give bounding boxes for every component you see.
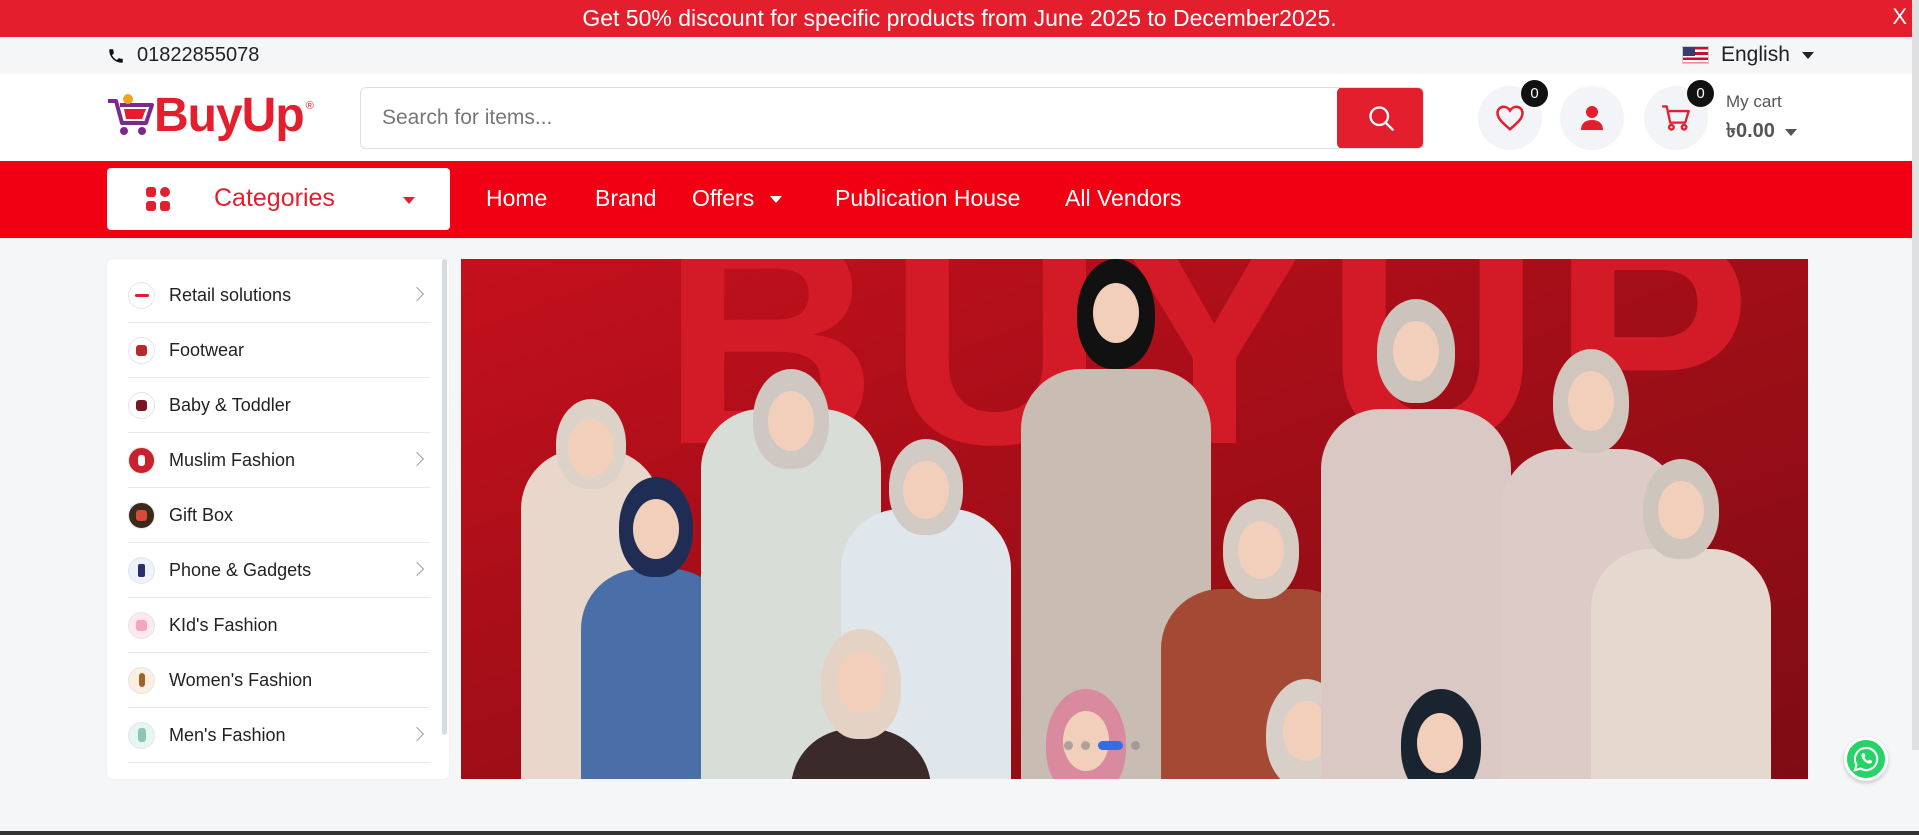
chevron-down-icon xyxy=(1801,51,1814,59)
nav-link-publication-house[interactable]: Publication House xyxy=(835,185,1020,212)
chevron-down-icon xyxy=(403,197,415,204)
categories-dropdown[interactable]: Categories xyxy=(107,168,450,230)
search-button[interactable] xyxy=(1337,88,1423,148)
top-info-bar: 01822855078 English xyxy=(0,37,1919,74)
hero-banner[interactable]: BUYUP xyxy=(461,259,1808,779)
chevron-right-icon xyxy=(409,561,425,577)
gift-box-icon xyxy=(128,501,155,529)
banner-model-figure xyxy=(791,629,931,779)
banner-model-figure xyxy=(1381,689,1501,779)
language-selector[interactable]: English xyxy=(1682,43,1814,67)
carousel-indicators xyxy=(1064,741,1140,750)
sidebar-item-label: Men's Fashion xyxy=(169,724,286,745)
registered-mark: ® xyxy=(305,100,314,112)
cart-button[interactable]: 0 xyxy=(1644,80,1714,150)
retail-solutions-icon xyxy=(128,281,155,309)
sidebar-item-label: Footwear xyxy=(169,339,245,360)
language-label: English xyxy=(1721,43,1790,66)
user-icon xyxy=(1581,106,1603,130)
sidebar-item-retail-solutions[interactable]: Retail solutions xyxy=(128,268,430,323)
sidebar-item-label: Retail solutions xyxy=(169,284,292,305)
wishlist-count-badge: 0 xyxy=(1521,80,1548,107)
category-sidebar: Retail solutions Footwear Baby & Toddler… xyxy=(107,259,449,779)
cart-count-badge: 0 xyxy=(1687,80,1714,107)
sidebar-item-footwear[interactable]: Footwear xyxy=(128,323,430,378)
nav-link-brand[interactable]: Brand xyxy=(595,185,656,212)
footwear-icon xyxy=(128,336,155,364)
search-bar xyxy=(360,87,1424,149)
sidebar-item-phone-gadgets[interactable]: Phone & Gadgets xyxy=(128,543,430,598)
mens-fashion-icon xyxy=(128,721,155,749)
cart-total: ৳0.00 xyxy=(1726,116,1797,149)
search-icon xyxy=(1368,106,1394,131)
cart-amount: ৳0.00 xyxy=(1726,120,1775,142)
sidebar-item-label: Muslim Fashion xyxy=(169,449,296,470)
sidebar-scrollbar[interactable] xyxy=(442,259,447,735)
cart-label: My cart xyxy=(1726,92,1782,111)
sidebar-item-womens-fashion[interactable]: Women's Fashion xyxy=(128,653,430,708)
chevron-right-icon xyxy=(409,451,425,467)
whatsapp-button[interactable] xyxy=(1844,737,1888,781)
sidebar-item-baby-toddler[interactable]: Baby & Toddler xyxy=(128,378,430,433)
grid-icon xyxy=(146,187,170,211)
cart-summary[interactable]: My cart ৳0.00 xyxy=(1726,92,1797,149)
kids-fashion-icon xyxy=(128,611,155,639)
cart-logo-icon xyxy=(108,93,154,135)
sidebar-item-mens-fashion[interactable]: Men's Fashion xyxy=(128,708,430,763)
sidebar-item-kids-fashion[interactable]: KId's Fashion xyxy=(128,598,430,653)
sidebar-item-muslim-fashion[interactable]: Muslim Fashion xyxy=(128,433,430,488)
carousel-dot[interactable] xyxy=(1131,741,1140,750)
carousel-dot[interactable] xyxy=(1064,741,1073,750)
nav-link-offers-label: Offers xyxy=(692,185,755,211)
carousel-dot-active[interactable] xyxy=(1098,741,1123,750)
phone-gadgets-icon xyxy=(128,556,155,584)
main-navigation: Categories Home Brand Offers Publication… xyxy=(0,161,1919,238)
us-flag-icon xyxy=(1682,46,1709,64)
muslim-fashion-icon xyxy=(128,446,155,474)
sidebar-item-label: KId's Fashion xyxy=(169,614,278,635)
nav-link-home[interactable]: Home xyxy=(486,185,547,212)
wishlist-button[interactable]: 0 xyxy=(1478,80,1548,150)
sidebar-item-label: Baby & Toddler xyxy=(169,394,291,415)
heart-icon xyxy=(1496,105,1524,131)
cart-icon xyxy=(1662,105,1690,131)
womens-fashion-icon xyxy=(128,666,155,694)
sidebar-item-label: Phone & Gadgets xyxy=(169,559,312,580)
close-announcement-button[interactable]: X xyxy=(1892,4,1907,30)
carousel-dot[interactable] xyxy=(1081,741,1090,750)
account-button[interactable] xyxy=(1560,86,1624,150)
announcement-bar: Get 50% discount for specific products f… xyxy=(0,0,1919,37)
sidebar-item-gift-box[interactable]: Gift Box xyxy=(128,488,430,543)
baby-toddler-icon xyxy=(128,391,155,419)
announcement-text: Get 50% discount for specific products f… xyxy=(582,5,1337,31)
nav-link-offers[interactable]: Offers xyxy=(692,185,783,212)
site-logo[interactable]: BuyUp ® xyxy=(106,88,314,143)
banner-model-figure xyxy=(1021,689,1151,779)
chevron-down-icon xyxy=(770,196,783,204)
page-scrollbar[interactable] xyxy=(1912,0,1919,750)
window-bottom-edge xyxy=(0,831,1919,835)
nav-link-all-vendors[interactable]: All Vendors xyxy=(1065,185,1181,212)
chevron-down-icon xyxy=(1784,129,1797,136)
phone-number: 01822855078 xyxy=(137,44,260,66)
sidebar-item-label: Gift Box xyxy=(169,504,234,525)
chevron-right-icon xyxy=(409,726,425,742)
search-input[interactable] xyxy=(361,88,1337,148)
logo-text: BuyUp xyxy=(154,89,305,142)
sidebar-item-label: Women's Fashion xyxy=(169,669,313,690)
categories-label: Categories xyxy=(214,184,335,212)
chevron-right-icon xyxy=(409,286,425,302)
phone-contact[interactable]: 01822855078 xyxy=(107,44,259,67)
banner-model-figure xyxy=(1591,459,1771,779)
whatsapp-icon xyxy=(1853,746,1879,772)
main-header: BuyUp ® 0 0 My cart ৳0.00 xyxy=(0,74,1919,161)
phone-icon xyxy=(109,48,123,63)
